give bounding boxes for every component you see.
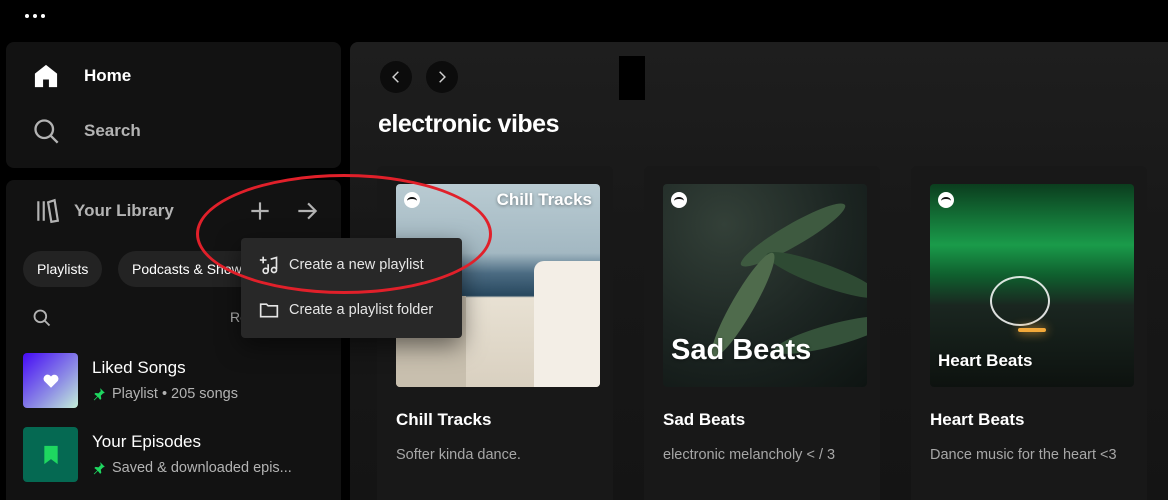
playlist-cover: Sad Beats [663, 184, 867, 387]
more-options-icon[interactable] [25, 14, 45, 18]
chevron-left-icon [392, 71, 399, 83]
cover-heart-glow [990, 276, 1050, 326]
section-title: electronic vibes [378, 110, 559, 138]
search-icon [34, 119, 59, 144]
liked-songs-art [23, 353, 78, 408]
nav-search-label: Search [84, 121, 141, 140]
your-episodes-art [23, 427, 78, 482]
library-search-icon[interactable] [32, 308, 52, 328]
cover-text: Chill Tracks [496, 190, 592, 209]
main-panel: electronic vibes Chill Tracks Chill Trac… [350, 42, 1168, 500]
list-item[interactable]: Your Episodes Saved & downloaded epis... [23, 427, 292, 482]
playlist-card[interactable]: Heart Beats Heart Beats Dance music for … [911, 166, 1147, 500]
list-item-subtitle: Saved & downloaded epis... [112, 460, 292, 476]
cover-text: Sad Beats [671, 334, 812, 366]
chevron-right-icon [439, 71, 446, 83]
arrow-right-icon[interactable] [294, 198, 320, 224]
menu-item-label: Create a new playlist [289, 256, 424, 273]
library-icon [37, 198, 60, 224]
list-item-subtitle: Playlist • 205 songs [112, 386, 238, 402]
forward-button[interactable] [426, 61, 458, 93]
playlist-card[interactable]: Sad Beats Sad Beats electronic melanchol… [644, 166, 880, 500]
card-title: Chill Tracks [396, 410, 492, 429]
pin-icon [93, 388, 105, 401]
cover-wall-right [534, 261, 600, 387]
card-description: Softer kinda dance. [396, 447, 521, 463]
spotify-logo-icon [404, 192, 420, 208]
heart-icon [43, 374, 58, 388]
nav-panel: Home Search [6, 42, 341, 168]
card-title: Sad Beats [663, 410, 746, 429]
spotify-logo-icon [938, 192, 954, 208]
menu-item-label: Create a playlist folder [289, 301, 434, 318]
nav-home[interactable]: Home [32, 62, 131, 90]
folder-icon [259, 302, 279, 317]
cover-leaf [762, 244, 867, 306]
list-item-title: Your Episodes [92, 432, 202, 451]
nav-search[interactable]: Search [32, 117, 141, 145]
list-item-title: Liked Songs [92, 358, 186, 377]
top-bar [0, 0, 1168, 42]
library-panel: Your Library Playlists Podcasts & Shows … [6, 180, 341, 500]
bookmark-icon [43, 445, 58, 464]
spotify-logo-icon [671, 192, 687, 208]
cover-spark [1018, 328, 1046, 332]
nav-home-label: Home [84, 66, 132, 85]
card-description: Dance music for the heart <3 [930, 447, 1117, 463]
card-description: electronic melancholy < / 3 [663, 447, 836, 463]
library-title: Your Library [74, 201, 174, 220]
menu-item-create-folder[interactable]: Create a playlist folder [245, 287, 458, 332]
library-header[interactable]: Your Library [34, 198, 174, 224]
plus-icon[interactable] [247, 198, 273, 224]
redacted-block [619, 56, 645, 100]
list-item[interactable]: Liked Songs Playlist • 205 songs [23, 353, 238, 408]
back-button[interactable] [380, 61, 412, 93]
new-playlist-icon [259, 255, 278, 274]
create-context-menu: Create a new playlist Create a playlist … [241, 238, 462, 338]
card-title: Heart Beats [930, 410, 1025, 429]
cover-text: Heart Beats [938, 351, 1033, 370]
menu-item-create-playlist[interactable]: Create a new playlist [245, 242, 458, 287]
pin-icon [93, 462, 105, 475]
playlist-cover: Heart Beats [930, 184, 1134, 387]
home-icon [34, 64, 58, 88]
filter-chip-playlists[interactable]: Playlists [23, 251, 103, 287]
